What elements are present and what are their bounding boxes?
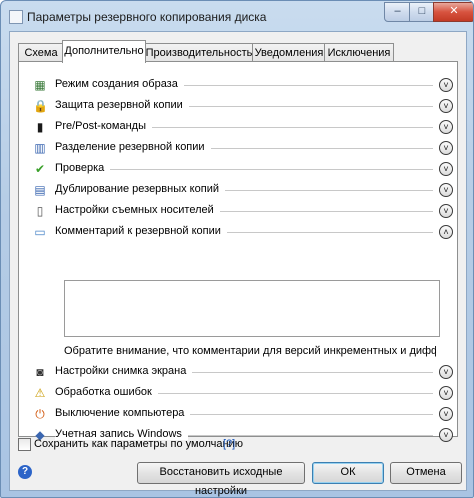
lock-icon: 🔒 (33, 99, 48, 113)
section-row-warning[interactable]: ⚠ Обработка ошибок ˅ (33, 385, 453, 401)
tab-advanced[interactable]: Дополнительно (62, 40, 146, 63)
section-label[interactable]: Настройки снимка экрана (55, 365, 193, 377)
camera-icon: ◙ (36, 365, 44, 379)
chevron-down-icon[interactable]: ˅ (439, 204, 453, 218)
section-row-lock[interactable]: 🔒 Защита резервной копии ˅ (33, 98, 453, 114)
chevron-down-icon[interactable]: ˅ (439, 141, 453, 155)
chevron-down-icon[interactable]: ˅ (439, 428, 453, 442)
chevron-up-icon[interactable]: ˄ (439, 225, 453, 239)
section-row-comment[interactable]: ▭ Комментарий к резервной копии ˄ (33, 224, 453, 240)
section-label[interactable]: Выключение компьютера (55, 407, 191, 419)
minimize-button[interactable]: – (384, 2, 411, 22)
duplicate-icon: ▤ (34, 183, 46, 197)
section-label[interactable]: Дублирование резервных копий (55, 183, 225, 195)
console-icon: ▮ (36, 120, 44, 134)
comment-note-text: Обратите внимание, что комментарии для в… (64, 345, 436, 357)
cancel-button[interactable]: Отмена (390, 462, 462, 484)
section-row-split[interactable]: ▥ Разделение резервной копии ˅ (33, 140, 453, 156)
chevron-down-icon[interactable]: ˅ (439, 183, 453, 197)
section-label[interactable]: Учетная запись Windows (55, 428, 188, 440)
warning-icon: ⚠ (34, 386, 46, 400)
tab-performance[interactable]: Производительность (144, 43, 254, 62)
help-link[interactable]: [?] (223, 438, 235, 450)
section-label[interactable]: Pre/Post-команды (55, 120, 152, 132)
section-label[interactable]: Режим создания образа (55, 78, 184, 90)
chevron-down-icon[interactable]: ˅ (439, 162, 453, 176)
chevron-down-icon[interactable]: ˅ (439, 365, 453, 379)
chevron-down-icon[interactable]: ˅ (439, 386, 453, 400)
power-icon: ⏻ (35, 407, 45, 421)
section-label[interactable]: Разделение резервной копии (55, 141, 211, 153)
removable-media-icon: ▯ (36, 204, 44, 218)
section-label[interactable]: Настройки съемных носителей (55, 204, 220, 216)
close-button[interactable]: ✕ (433, 2, 473, 22)
section-row-duplicate[interactable]: ▤ Дублирование резервных копий ˅ (33, 182, 453, 198)
checkmark-icon: ✔ (34, 162, 46, 176)
section-label[interactable]: Обработка ошибок (55, 386, 158, 398)
section-row-power[interactable]: ⏻ Выключение компьютера ˅ (33, 406, 453, 422)
save-default-checkbox[interactable] (18, 438, 31, 451)
split-icon: ▥ (34, 141, 46, 155)
section-label[interactable]: Комментарий к резервной копии (55, 225, 227, 237)
advanced-tab-panel: ▦ Режим создания образа ˅ 🔒 Защита резервной… (18, 61, 458, 442)
maximize-button[interactable]: □ (409, 2, 435, 22)
section-row-removable-media[interactable]: ▯ Настройки съемных носителей ˅ (33, 203, 453, 219)
chevron-down-icon[interactable]: ˅ (439, 407, 453, 421)
section-label[interactable]: Проверка (55, 162, 111, 174)
comment-icon: ▭ (34, 225, 46, 239)
section-row-camera[interactable]: ◙ Настройки снимка экрана ˅ (33, 364, 453, 380)
dialog-client-area: Схема Дополнительно Производительность У… (9, 31, 467, 497)
help-icon[interactable]: ? (18, 465, 32, 479)
window-title: Параметры резервного копирования диска (27, 10, 267, 24)
section-row-console[interactable]: ▮ Pre/Post-команды ˅ (33, 119, 453, 135)
tab-scheme[interactable]: Схема (18, 43, 64, 62)
section-row-checkmark[interactable]: ✔ Проверка ˅ (33, 161, 453, 177)
tab-exclusions[interactable]: Исключения (324, 43, 394, 62)
restore-defaults-button[interactable]: Восстановить исходные настройки (137, 462, 305, 497)
chevron-down-icon[interactable]: ˅ (439, 120, 453, 134)
backup-comment-textarea[interactable] (64, 280, 440, 337)
section-divider (55, 169, 433, 170)
window-icon (9, 10, 23, 24)
image-mode-icon: ▦ (34, 78, 46, 92)
chevron-down-icon[interactable]: ˅ (439, 99, 453, 113)
section-row-image-mode[interactable]: ▦ Режим создания образа ˅ (33, 77, 453, 93)
ok-button[interactable]: ОК (312, 462, 384, 484)
backup-options-dialog: Параметры резервного копирования диска –… (0, 0, 474, 498)
tab-notifications[interactable]: Уведомления (252, 43, 326, 62)
section-label[interactable]: Защита резервной копии (55, 99, 189, 111)
title-bar[interactable]: Параметры резервного копирования диска –… (1, 1, 473, 31)
chevron-down-icon[interactable]: ˅ (439, 78, 453, 92)
